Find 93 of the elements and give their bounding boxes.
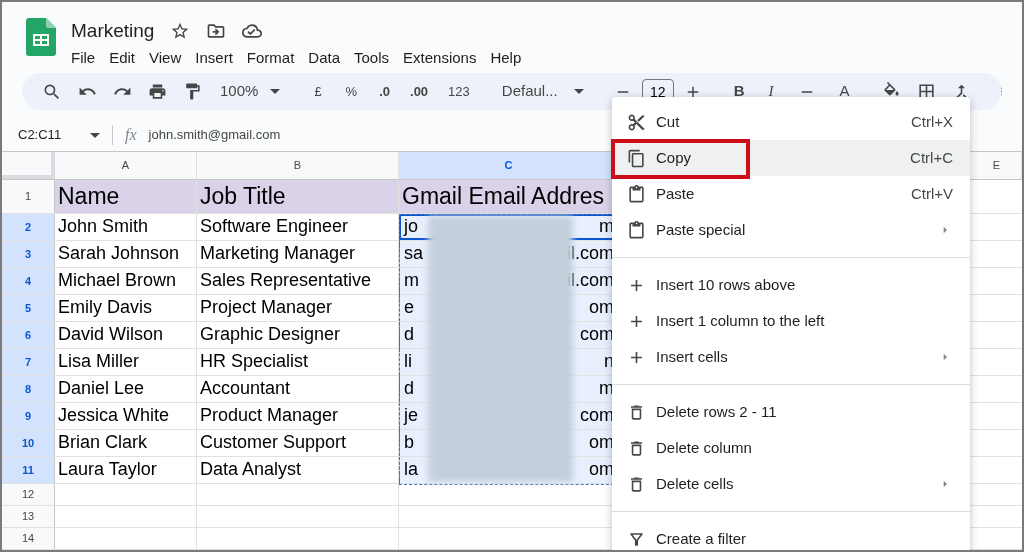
formula-field[interactable]: john.smith@gmail.com: [148, 125, 281, 145]
name-box[interactable]: C2:C11: [2, 125, 112, 145]
menu-item[interactable]: View: [143, 46, 188, 71]
bold-button[interactable]: B: [723, 77, 755, 106]
menu-item[interactable]: Insert 10 rows above: [612, 267, 970, 303]
email-cell-start: d: [404, 377, 414, 401]
decrease-decimal-button[interactable]: .0: [371, 77, 398, 106]
caret-icon: [90, 132, 100, 138]
shortcut-label: Ctrl+V: [910, 183, 953, 204]
table-cell: Sales Representative: [197, 268, 399, 294]
menu-item[interactable]: File: [65, 46, 102, 71]
menu-item[interactable]: Data: [302, 46, 346, 71]
number-format-button[interactable]: 123: [440, 77, 478, 106]
email-cell-end: il.com: [567, 269, 614, 293]
currency-button[interactable]: £: [304, 77, 332, 106]
table-cell: HR Specialist: [197, 349, 399, 375]
menu-item[interactable]: Insert: [189, 46, 239, 71]
table-cell: Laura Taylor: [55, 457, 197, 483]
zoom-dropdown[interactable]: 100%: [212, 77, 289, 106]
function-icon: fx: [125, 123, 137, 148]
table-cell: David Wilson: [55, 322, 197, 348]
increase-decimal-button[interactable]: .00: [402, 77, 437, 106]
table-cell: Product Manager: [197, 403, 399, 429]
menu-item[interactable]: Copy Ctrl+C: [612, 140, 970, 176]
table-cell: Project Manager: [197, 295, 399, 321]
menu-item[interactable]: Delete column: [612, 430, 970, 466]
menu-item[interactable]: Help: [484, 46, 528, 71]
row-header[interactable]: 10: [2, 430, 55, 456]
spreadsheet-logo-icon[interactable]: [26, 18, 56, 56]
table-cell: Jessica White: [55, 403, 197, 429]
caret-icon: [270, 89, 281, 95]
email-cell-start: je: [404, 404, 418, 428]
table-cell: Data Analyst: [197, 457, 399, 483]
shortcut-label: Ctrl+C: [910, 147, 953, 168]
scissors-icon: [627, 112, 646, 132]
table-cell: Daniel Lee: [55, 376, 197, 402]
row-header[interactable]: 8: [2, 376, 55, 402]
menu-item[interactable]: Create a filter: [612, 521, 970, 550]
caret-icon: [573, 89, 584, 95]
italic-button[interactable]: I: [758, 77, 784, 106]
row-header[interactable]: 4: [2, 268, 55, 294]
clipboard-icon: [627, 184, 646, 204]
email-cell-start: m: [404, 269, 419, 293]
shortcut-label: Ctrl+X: [910, 111, 953, 132]
cloud-icon[interactable]: [242, 21, 263, 41]
font-dropdown[interactable]: Defaul...: [493, 77, 592, 106]
column-header[interactable]: A: [55, 152, 197, 179]
row-header[interactable]: 6: [2, 322, 55, 348]
table-cell: Name: [55, 180, 197, 213]
email-cell-start: sa: [404, 242, 423, 266]
menu-item[interactable]: Format: [240, 46, 301, 71]
menu-item[interactable]: Paste special: [612, 212, 970, 248]
clipboard-icon: [627, 220, 646, 240]
email-cell-end: il.com: [567, 242, 614, 266]
row-header[interactable]: 12: [2, 484, 55, 505]
menu-item[interactable]: Delete rows 2 - 11: [612, 394, 970, 430]
menu-item[interactable]: Edit: [103, 46, 142, 71]
row-header[interactable]: 1: [2, 180, 55, 213]
row-header[interactable]: 2: [2, 214, 55, 240]
email-cell-start: e: [404, 296, 414, 320]
table-cell: Brian Clark: [55, 430, 197, 456]
text-color-button[interactable]: A: [829, 77, 860, 106]
column-header[interactable]: B: [197, 152, 399, 179]
email-cell-start: d: [404, 323, 414, 347]
copy-icon: [627, 148, 646, 168]
row-header[interactable]: 3: [2, 241, 55, 267]
menu-item[interactable]: Tools: [348, 46, 396, 71]
table-cell: Sarah Johnson: [55, 241, 197, 267]
folder-icon[interactable]: [206, 21, 227, 41]
row-header[interactable]: 7: [2, 349, 55, 375]
table-cell: Michael Brown: [55, 268, 197, 294]
email-cell-start: jo: [404, 215, 418, 239]
row-header[interactable]: 9: [2, 403, 55, 429]
menu-item[interactable]: Extensions: [397, 46, 483, 71]
menu-item[interactable]: Cut Ctrl+X: [612, 104, 970, 140]
row-header[interactable]: 14: [2, 528, 55, 549]
email-cell-start: li: [404, 350, 412, 374]
row-header[interactable]: 5: [2, 295, 55, 321]
table-cell: Emily Davis: [55, 295, 197, 321]
document-title[interactable]: Marketing: [71, 16, 155, 46]
percent-button[interactable]: %: [335, 77, 368, 106]
table-cell: Job Title: [197, 180, 399, 213]
row-header[interactable]: 13: [2, 506, 55, 527]
table-cell: Lisa Miller: [55, 349, 197, 375]
table-cell: Marketing Manager: [197, 241, 399, 267]
email-cell-start: b: [404, 431, 414, 455]
column-header[interactable]: E: [972, 152, 1022, 179]
menu-item[interactable]: Delete cells: [612, 466, 970, 502]
menu-item[interactable]: Insert 1 column to the left: [612, 303, 970, 339]
email-cell-start: la: [404, 458, 418, 482]
row-header[interactable]: 11: [2, 457, 55, 483]
menu-item[interactable]: Insert cells: [612, 339, 970, 375]
table-cell: John Smith: [55, 214, 197, 240]
